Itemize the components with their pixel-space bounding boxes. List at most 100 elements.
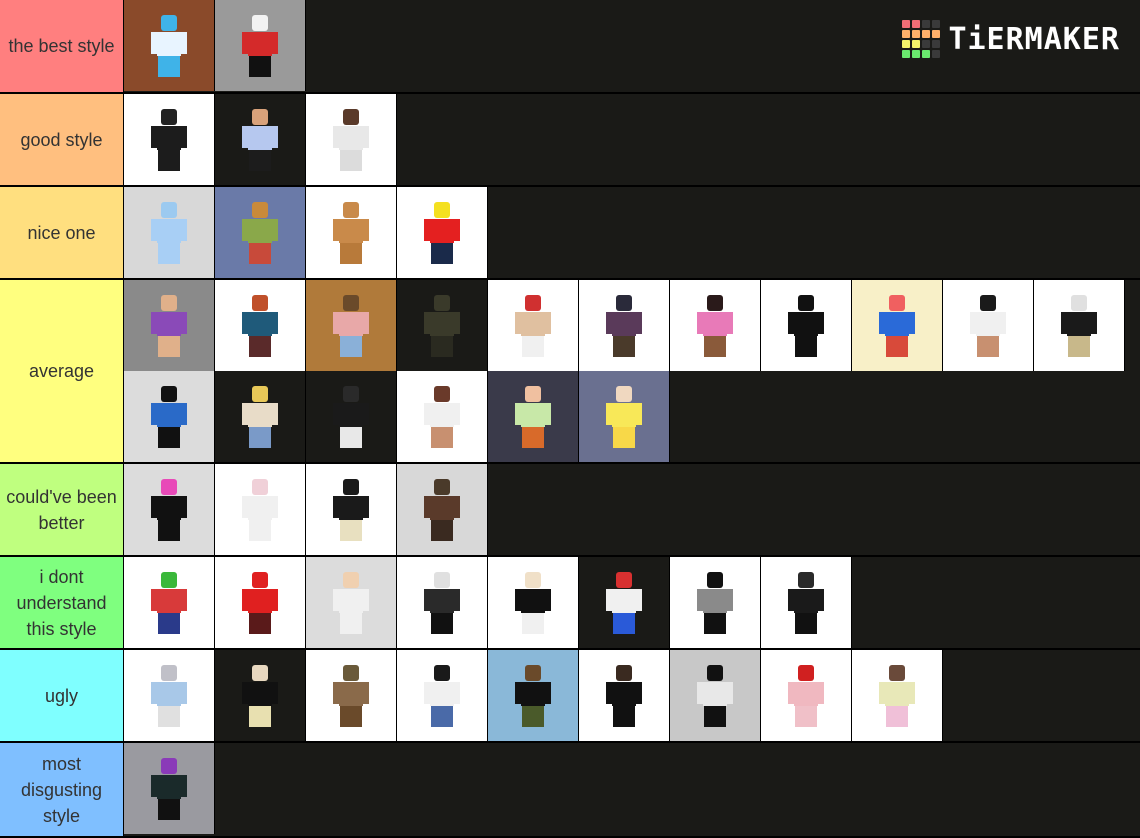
avatar-arm-r	[272, 31, 278, 54]
tier-item-emo-blue-shirt-avatar[interactable]	[124, 371, 215, 462]
tier-item-furry-duo-avatar[interactable]	[124, 0, 215, 91]
avatar-legs	[340, 242, 362, 264]
tier-item-black-outfit-avatar[interactable]	[761, 280, 852, 371]
avatar-head	[434, 201, 450, 218]
avatar-legs	[340, 705, 362, 727]
tier-item-blonde-sweater-avatar[interactable]	[215, 371, 306, 462]
avatar-head	[525, 294, 541, 311]
avatar-torso	[339, 218, 363, 243]
tier-items	[124, 94, 1140, 185]
tier-item-burger-avatar[interactable]	[215, 187, 306, 278]
tier-item-clown-avatar[interactable]	[852, 280, 943, 371]
tiermaker-logo-icon	[902, 20, 941, 58]
avatar-arm-r	[818, 311, 824, 334]
tier-item-pigtails-pastel-avatar[interactable]	[852, 650, 943, 741]
tier-label[interactable]: nice one	[0, 187, 124, 278]
tier-item-pink-visor-avatar[interactable]	[670, 280, 761, 371]
avatar-legs	[795, 705, 817, 727]
avatar-torso	[885, 311, 909, 336]
avatar-legs	[795, 612, 817, 634]
tier-item-red-hair-kimono-avatar[interactable]	[761, 650, 852, 741]
tier-item-black-dress-avatar[interactable]	[488, 557, 579, 648]
tier-item-mario-luigi-avatar[interactable]	[124, 557, 215, 648]
tier-item-yellow-skirt-avatar[interactable]	[579, 371, 670, 462]
avatar-legs	[158, 705, 180, 727]
tier-row: i dont understand this style	[0, 557, 1140, 650]
tier-item-dark-wings-avatar[interactable]	[1034, 280, 1125, 371]
avatar-torso	[703, 311, 727, 336]
avatar-image	[879, 294, 915, 357]
tier-item-grey-cat-hood-avatar[interactable]	[124, 650, 215, 741]
avatar-image	[515, 571, 551, 634]
tier-item-bear-hood-avatar[interactable]	[215, 464, 306, 555]
tier-label[interactable]: good style	[0, 94, 124, 185]
avatar-arm-r	[454, 495, 460, 518]
avatar-legs	[340, 149, 362, 171]
tier-item-purple-cat-avatar[interactable]	[579, 280, 670, 371]
tier-item-soldier-avatar[interactable]	[397, 280, 488, 371]
avatar-head	[343, 385, 359, 402]
tier-item-neon-wings-avatar[interactable]	[306, 371, 397, 462]
avatar-legs	[1068, 335, 1090, 357]
tier-row: good style	[0, 94, 1140, 187]
tier-item-cat-ears-baseplate-avatar[interactable]	[124, 743, 215, 834]
tier-item-cookie-avatar[interactable]	[306, 557, 397, 648]
tier-item-baseplate-camo-avatar[interactable]	[488, 650, 579, 741]
tier-item-antler-ice-avatar[interactable]	[124, 187, 215, 278]
tier-item-goggles-room-avatar[interactable]	[306, 280, 397, 371]
tier-item-brunette-white-top-avatar[interactable]	[397, 371, 488, 462]
tier-item-red-logo-black-avatar[interactable]	[579, 650, 670, 741]
tier-label[interactable]: ugly	[0, 650, 124, 741]
tier-item-grey-hoodie-avatar[interactable]	[670, 557, 761, 648]
tier-item-classic-noob-avatar[interactable]	[397, 187, 488, 278]
tier-item-suit-avatar[interactable]	[306, 94, 397, 185]
avatar-arm-r	[181, 495, 187, 518]
avatar-arm-r	[454, 218, 460, 241]
avatar-legs	[249, 335, 271, 357]
logo-square	[932, 40, 941, 48]
tier-label[interactable]: the best style	[0, 0, 124, 92]
tier-label[interactable]: average	[0, 280, 124, 462]
avatar-head	[707, 664, 723, 681]
avatar-torso	[612, 311, 636, 336]
tier-items	[124, 557, 1140, 648]
avatar-legs	[431, 612, 453, 634]
avatar-torso	[157, 402, 181, 427]
tier-item-brown-wings-avatar[interactable]	[397, 464, 488, 555]
tier-item-mushroom-hat-avatar[interactable]	[488, 280, 579, 371]
tier-item-rainbow-hair-avatar[interactable]	[124, 464, 215, 555]
tier-items	[124, 464, 1140, 555]
tier-item-crop-top-jeans-avatar[interactable]	[397, 650, 488, 741]
avatar-arm-r	[363, 681, 369, 704]
tier-item-camo-helmet-avatar[interactable]	[306, 650, 397, 741]
tier-item-red-hair-jacket-avatar[interactable]	[215, 280, 306, 371]
tier-item-tv-head-avatar[interactable]	[670, 650, 761, 741]
avatar-head	[161, 201, 177, 218]
tier-item-ariana-avatar[interactable]	[124, 280, 215, 371]
tier-item-red-cap-avatar[interactable]	[579, 557, 670, 648]
avatar-arm-r	[727, 311, 733, 334]
tier-item-maid-avatar[interactable]	[215, 650, 306, 741]
avatar-image	[1061, 294, 1097, 357]
tier-items	[124, 743, 1140, 836]
avatar-image	[151, 108, 187, 171]
tier-item-black-tactical-avatar[interactable]	[124, 94, 215, 185]
tier-item-military-hat-avatar[interactable]	[761, 557, 852, 648]
tier-label[interactable]: i dont understand this style	[0, 557, 124, 648]
tier-item-tie-dye-avatar[interactable]	[488, 371, 579, 462]
tier-item-red-coke-avatar[interactable]	[215, 557, 306, 648]
tier-label[interactable]: most disgusting style	[0, 743, 124, 836]
tier-item-red-star-shirt-avatar[interactable]	[215, 0, 306, 91]
tier-item-dark-horn-avatar[interactable]	[397, 557, 488, 648]
avatar-torso	[157, 681, 181, 706]
tier-item-cat-head-avatar[interactable]	[306, 187, 397, 278]
avatar-legs	[704, 705, 726, 727]
avatar-torso	[339, 402, 363, 427]
tier-item-white-top-avatar[interactable]	[943, 280, 1034, 371]
tier-item-blue-hair-hoodie-avatar[interactable]	[215, 94, 306, 185]
avatar-image	[515, 385, 551, 448]
tier-label[interactable]: could've been better	[0, 464, 124, 555]
avatar-image	[424, 478, 460, 541]
avatar-arm-r	[545, 311, 551, 334]
tier-item-teddy-bear-avatar[interactable]	[306, 464, 397, 555]
